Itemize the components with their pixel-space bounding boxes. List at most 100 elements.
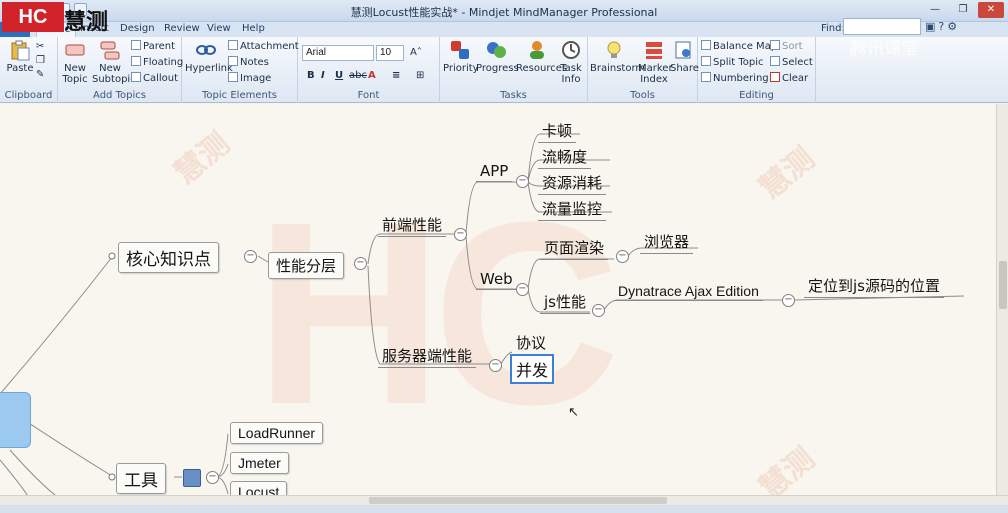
notes-indicator-icon[interactable] xyxy=(183,469,201,487)
tab-help[interactable]: Help xyxy=(242,22,265,37)
topic-locate-js-source[interactable]: 定位到js源码的位置 xyxy=(804,275,944,298)
collapse-toggle[interactable]: − xyxy=(244,250,257,263)
topic-loadrunner[interactable]: LoadRunner xyxy=(230,422,324,444)
topic-resource-usage[interactable]: 资源消耗 xyxy=(538,172,607,195)
strikethrough-icon[interactable]: abc xyxy=(349,70,367,81)
paste-button[interactable]: Paste xyxy=(6,39,34,74)
hyperlink-button[interactable]: Hyperlink xyxy=(185,39,233,74)
topic-server-performance[interactable]: 服务器端性能 xyxy=(378,345,477,368)
italic-icon[interactable]: I xyxy=(321,70,325,81)
vertical-scrollbar[interactable] xyxy=(996,104,1008,495)
topic-core-knowledge[interactable]: 核心知识点 xyxy=(118,242,219,273)
group-label-tasks: Tasks xyxy=(500,90,527,101)
underline-icon[interactable]: U xyxy=(335,70,343,81)
horizontal-scrollbar[interactable] xyxy=(0,495,1008,505)
split-topic-label: Split Topic xyxy=(713,57,764,68)
hyperlink-icon xyxy=(196,45,216,55)
group-font: Arial 10 A˄ B I U abc A ≡ ⊞ Font xyxy=(298,37,440,103)
topic-dynatrace[interactable]: Dynatrace Ajax Edition xyxy=(614,283,763,301)
topic-web[interactable]: Web xyxy=(476,270,517,290)
topic-jmeter[interactable]: Jmeter xyxy=(230,452,289,474)
cut-icon[interactable]: ✂ xyxy=(36,40,44,53)
format-painter-icon[interactable]: ✎ xyxy=(36,68,44,81)
map-canvas[interactable]: HC 慧测 慧测 慧测 核心知识点 − 性能分层 − 前端性能 − APP − … xyxy=(0,104,996,495)
horizontal-scroll-thumb[interactable] xyxy=(369,497,667,504)
progress-button[interactable]: Progress xyxy=(476,39,519,74)
group-topic-elements: Hyperlink Attachment Notes Image Topic E… xyxy=(182,37,299,103)
new-topic-label: New Topic xyxy=(62,63,88,85)
resources-button[interactable]: Resources xyxy=(516,39,567,74)
attachment-label: Attachment xyxy=(240,41,299,52)
collapse-toggle[interactable]: − xyxy=(354,257,367,270)
topic-kadun[interactable]: 卡顿 xyxy=(538,120,577,143)
copy-icon[interactable]: ❐ xyxy=(36,54,45,67)
font-family-select[interactable]: Arial xyxy=(302,45,374,61)
find-input[interactable] xyxy=(843,18,921,35)
callout-button[interactable]: Callout xyxy=(131,72,178,85)
priority-button[interactable]: Priority xyxy=(443,39,479,74)
new-subtopic-button[interactable]: New Subtopic xyxy=(92,39,136,85)
topic-tools[interactable]: 工具 xyxy=(116,463,166,494)
settings-icon[interactable]: ⚙ xyxy=(947,20,957,33)
split-topic-icon xyxy=(701,56,711,66)
attachment-button[interactable]: Attachment xyxy=(228,40,299,53)
clear-button[interactable]: Clear xyxy=(770,72,808,85)
collapse-toggle[interactable]: − xyxy=(454,228,467,241)
help-icon[interactable]: ? xyxy=(938,20,944,33)
font-size-select[interactable]: 10 xyxy=(376,45,404,61)
paste-icon xyxy=(11,40,30,61)
floating-button[interactable]: Floating xyxy=(131,56,183,69)
tab-view[interactable]: View xyxy=(207,22,231,37)
topic-concurrency[interactable]: 并发 xyxy=(510,354,555,384)
group-label-editing: Editing xyxy=(739,90,774,101)
collapse-toggle[interactable]: − xyxy=(516,283,529,296)
close-icon[interactable]: ✕ xyxy=(978,2,1004,18)
numbering-button[interactable]: Numbering xyxy=(701,72,769,85)
topic-locust[interactable]: Locust xyxy=(230,481,288,495)
balance-map-label: Balance Map xyxy=(713,41,778,52)
topic-browser[interactable]: 浏览器 xyxy=(640,231,694,254)
grow-font-icon[interactable]: A˄ xyxy=(410,46,422,59)
align-icon[interactable]: ≡ xyxy=(392,70,400,81)
topic-page-render[interactable]: 页面渲染 xyxy=(540,237,609,260)
brand-logo: HC 慧测 xyxy=(0,0,116,36)
sort-button[interactable]: Sort xyxy=(770,40,803,53)
format-icon[interactable]: ⊞ xyxy=(416,70,424,81)
vertical-scroll-thumb[interactable] xyxy=(999,261,1007,309)
font-color-icon[interactable]: A xyxy=(368,70,376,81)
split-topic-button[interactable]: Split Topic xyxy=(701,56,764,69)
central-topic[interactable] xyxy=(0,392,31,448)
collapse-toggle[interactable]: − xyxy=(206,471,219,484)
marker-index-button[interactable]: Marker Index xyxy=(638,39,673,85)
bold-icon[interactable]: B xyxy=(307,70,315,81)
marker-index-label: Marker Index xyxy=(638,63,673,85)
new-topic-button[interactable]: New Topic xyxy=(60,39,90,85)
notes-button[interactable]: Notes xyxy=(228,56,269,69)
brainstorm-button[interactable]: Brainstorm xyxy=(590,39,645,74)
image-button[interactable]: Image xyxy=(228,72,271,85)
topic-traffic-monitor[interactable]: 流量监控 xyxy=(538,198,607,221)
collapse-toggle[interactable]: − xyxy=(516,175,529,188)
restore-icon[interactable]: ❐ xyxy=(950,2,976,18)
collapse-toggle[interactable]: − xyxy=(616,250,629,263)
topic-smoothness[interactable]: 流畅度 xyxy=(538,146,592,169)
topic-performance-layers[interactable]: 性能分层 xyxy=(268,252,345,279)
topic-protocol[interactable]: 协议 xyxy=(512,332,551,355)
layout-icon[interactable]: ▣ xyxy=(925,20,935,33)
minimize-icon[interactable]: — xyxy=(922,2,948,18)
select-button[interactable]: Select xyxy=(770,56,813,69)
topic-app[interactable]: APP xyxy=(476,162,513,182)
collapse-toggle[interactable]: − xyxy=(489,359,502,372)
tab-review[interactable]: Review xyxy=(164,22,200,37)
share-button[interactable]: Share xyxy=(670,39,699,74)
parent-button[interactable]: Parent xyxy=(131,40,175,53)
image-label: Image xyxy=(240,73,272,84)
image-icon xyxy=(228,72,238,82)
collapse-toggle[interactable]: − xyxy=(592,304,605,317)
topic-js-performance[interactable]: js性能 xyxy=(540,291,590,314)
topic-frontend[interactable]: 前端性能 xyxy=(378,214,447,237)
task-info-button[interactable]: Task Info xyxy=(558,39,584,85)
balance-map-button[interactable]: Balance Map xyxy=(701,40,777,53)
collapse-toggle[interactable]: − xyxy=(782,294,795,307)
tab-design[interactable]: Design xyxy=(120,22,155,37)
